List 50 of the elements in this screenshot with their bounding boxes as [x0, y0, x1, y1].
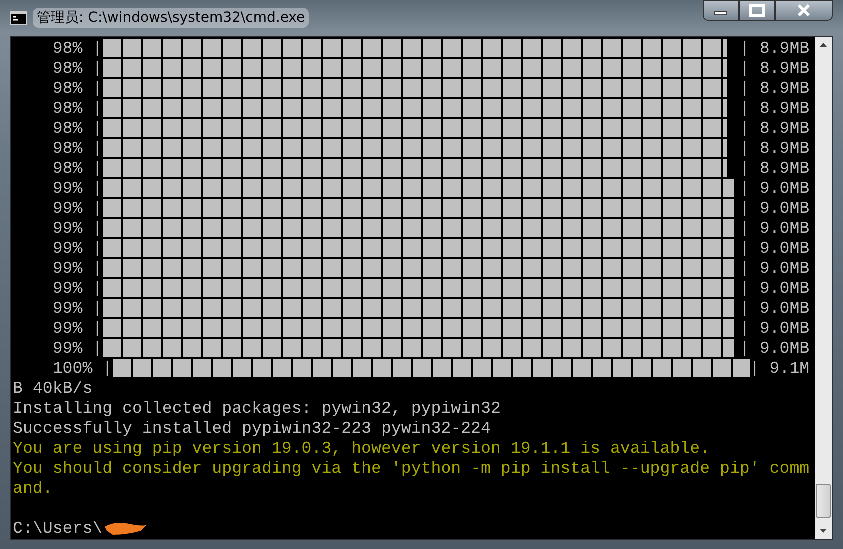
- window-title: 管理员: C:\windows\system32\cmd.exe: [33, 8, 310, 28]
- progress-percent: 99% |: [52, 339, 103, 359]
- warning-line: You should consider upgrading via the 'python -m pip install --upgrade pip' comm: [13, 459, 810, 479]
- download-size: | 9.0MB: [740, 219, 810, 239]
- progress-percent: 98% |: [52, 59, 103, 79]
- download-size: | 8.9MB: [740, 159, 810, 179]
- close-icon: [797, 4, 811, 17]
- download-size: | 9.0MB: [740, 179, 810, 199]
- progress-percent: 98% |: [52, 139, 103, 159]
- download-size: | 9.1M: [750, 359, 810, 379]
- command-prompt: C:\Users\: [13, 519, 103, 539]
- download-size: | 9.0MB: [740, 339, 810, 359]
- progress-percent: 99% |: [52, 299, 103, 319]
- minimize-button[interactable]: [703, 0, 739, 21]
- download-size: | 9.0MB: [740, 199, 810, 219]
- progress-percent: 98% |: [52, 119, 103, 139]
- console-output-line: B 40kB/s: [13, 379, 93, 399]
- terminal-icon: [10, 11, 27, 25]
- progress-percent: 99% |: [52, 239, 103, 259]
- progress-percent: 99% |: [52, 199, 103, 219]
- download-size: | 9.0MB: [740, 279, 810, 299]
- console-output-line: Installing collected packages: pywin32, pypiwin32: [13, 399, 501, 419]
- progress-percent: 98% |: [52, 79, 103, 99]
- download-size: | 8.9MB: [740, 59, 810, 79]
- maximize-icon: [749, 4, 765, 17]
- download-size: | 8.9MB: [740, 119, 810, 139]
- download-size: | 9.0MB: [740, 319, 810, 339]
- maximize-button[interactable]: [739, 0, 775, 21]
- download-size: | 9.0MB: [740, 239, 810, 259]
- progress-percent: 100% |: [52, 359, 113, 379]
- console-output-line: Successfully installed pypiwin32-223 pywin32-224: [13, 419, 491, 439]
- progress-percent: 99% |: [52, 219, 103, 239]
- download-size: | 9.0MB: [740, 259, 810, 279]
- download-size: | 9.0MB: [740, 299, 810, 319]
- vertical-scrollbar[interactable]: [815, 37, 832, 539]
- progress-percent: 98% |: [52, 159, 103, 179]
- progress-percent: 99% |: [52, 319, 103, 339]
- scrollbar-thumb[interactable]: [816, 484, 831, 518]
- progress-percent: 99% |: [52, 179, 103, 199]
- warning-line: You are using pip version 19.0.3, however version 19.1.1 is available.: [13, 439, 710, 459]
- progress-percent: 98% |: [52, 39, 103, 59]
- progress-percent: 99% |: [52, 259, 103, 279]
- download-size: | 8.9MB: [740, 39, 810, 59]
- progress-percent: 98% |: [52, 99, 103, 119]
- download-size: | 8.9MB: [740, 79, 810, 99]
- download-size: | 8.9MB: [740, 99, 810, 119]
- warning-line: and.: [13, 479, 53, 499]
- download-size: | 8.9MB: [740, 139, 810, 159]
- progress-percent: 99% |: [52, 279, 103, 299]
- close-button[interactable]: [775, 0, 833, 21]
